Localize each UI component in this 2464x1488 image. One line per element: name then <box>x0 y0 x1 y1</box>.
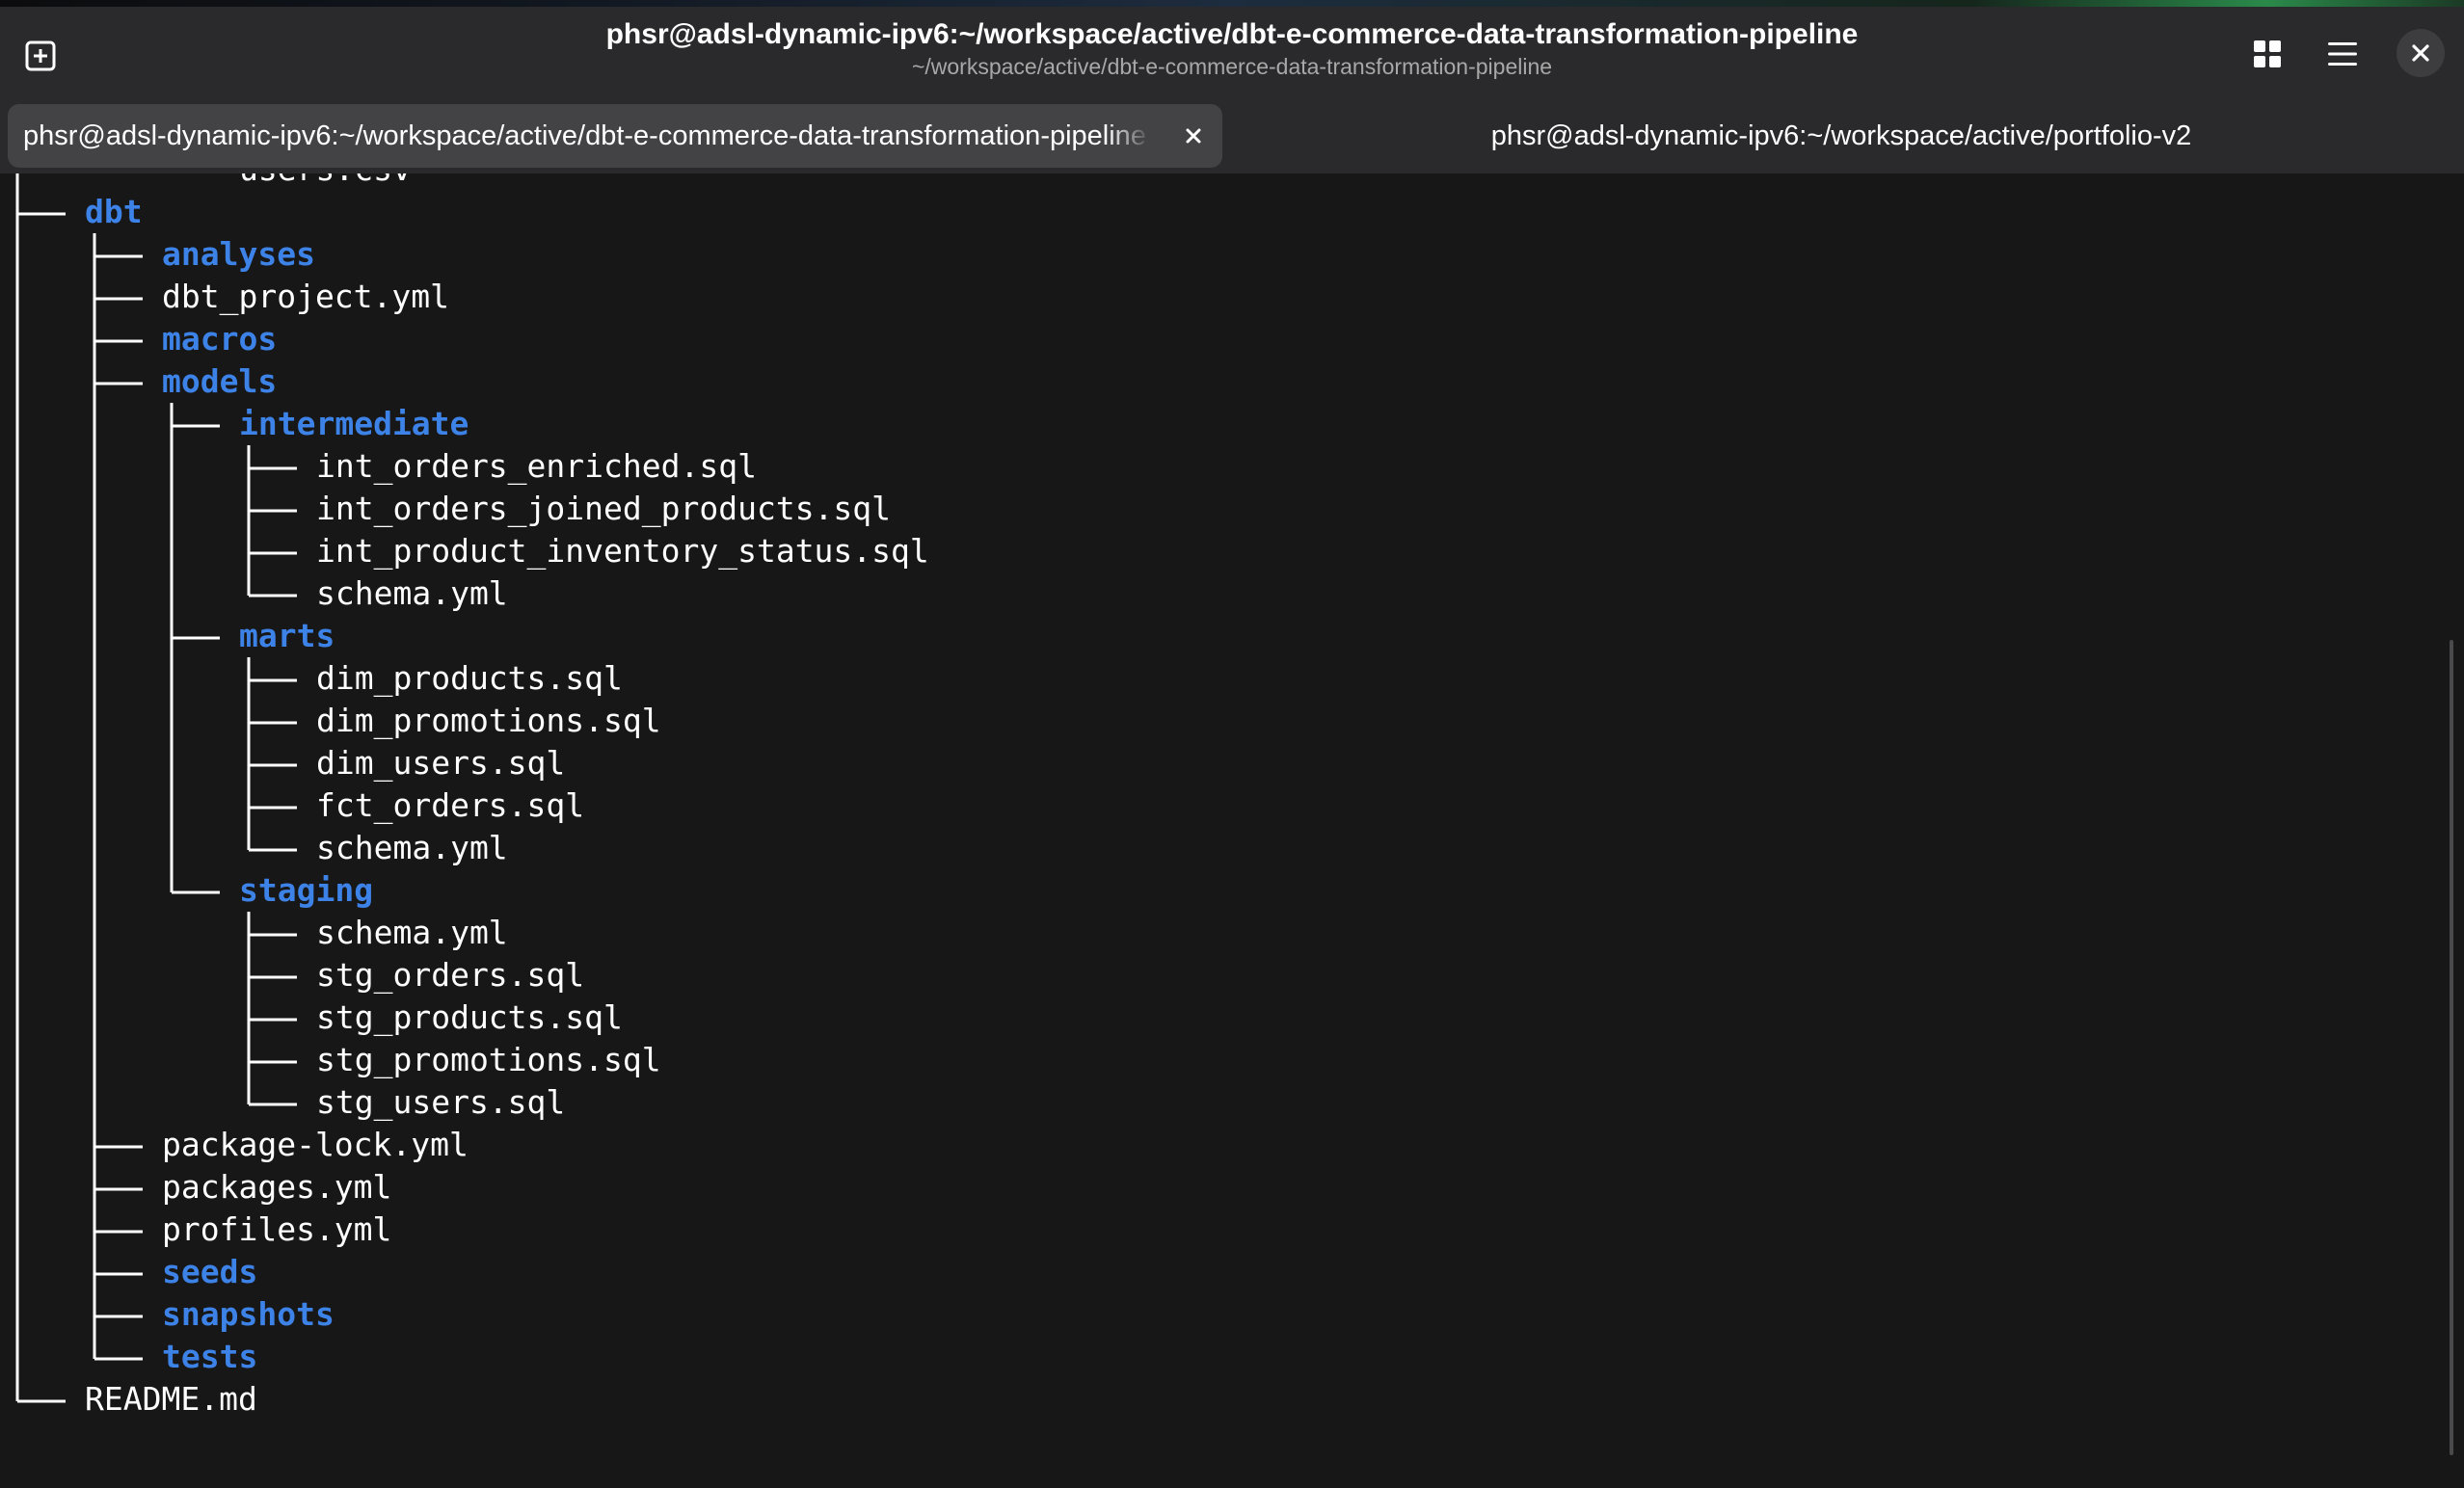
tree-file-row: int_product_inventory_status.sql <box>0 530 2464 572</box>
tree-file-row: package-lock.yml <box>0 1124 2464 1166</box>
window-subtitle: ~/workspace/active/dbt-e-commerce-data-t… <box>911 54 1553 79</box>
scrollbar[interactable] <box>2450 640 2453 1455</box>
file-name: packages.yml <box>162 1168 392 1206</box>
hamburger-menu-icon <box>2328 42 2357 66</box>
tab-portfolio-v2[interactable]: phsr@adsl-dynamic-ipv6:~/workspace/activ… <box>1244 104 2439 168</box>
file-name: schema.yml <box>316 574 508 612</box>
file-name: stg_promotions.sql <box>316 1041 661 1078</box>
tab-dbt-pipeline[interactable]: phsr@adsl-dynamic-ipv6:~/workspace/activ… <box>8 104 1222 168</box>
desktop-top-edge <box>0 0 2464 7</box>
file-name: users.csv <box>239 173 412 191</box>
tree-file-row: users.csv <box>0 173 2464 191</box>
file-name: dbt_project.yml <box>162 278 450 315</box>
tree-directory-row: intermediate <box>0 403 2464 445</box>
directory-name: marts <box>239 617 335 654</box>
tree-directory-row: snapshots <box>0 1293 2464 1336</box>
file-name: README.md <box>85 1380 257 1418</box>
new-tab-button[interactable] <box>17 33 64 79</box>
main-menu-button[interactable] <box>2317 29 2368 79</box>
file-name: int_orders_enriched.sql <box>316 447 757 485</box>
tree-directory-row: dbt <box>0 191 2464 233</box>
directory-name: seeds <box>162 1253 258 1290</box>
tree-file-row: int_orders_joined_products.sql <box>0 488 2464 530</box>
tree-directory-row: macros <box>0 318 2464 360</box>
tree-file-row: stg_orders.sql <box>0 954 2464 996</box>
close-window-button[interactable] <box>2397 29 2445 77</box>
tree-file-row: fct_orders.sql <box>0 784 2464 827</box>
tab-label: phsr@adsl-dynamic-ipv6:~/workspace/activ… <box>1490 120 2192 151</box>
tree-file-row: dim_users.sql <box>0 742 2464 784</box>
directory-name: snapshots <box>162 1295 335 1333</box>
file-name: stg_orders.sql <box>316 956 585 994</box>
tree-file-row: stg_products.sql <box>0 996 2464 1039</box>
file-name: stg_users.sql <box>316 1083 566 1121</box>
terminal-output[interactable]: users.csv dbt analyses dbt_project.ymlmacro… <box>0 173 2464 1488</box>
close-icon <box>1186 128 1201 144</box>
tree-file-row: int_orders_enriched.sql <box>0 445 2464 488</box>
tab-label: phsr@adsl-dynamic-ipv6:~/workspace/activ… <box>23 120 1146 151</box>
tree-file-row: schema.yml <box>0 572 2464 615</box>
file-name: stg_products.sql <box>316 998 623 1036</box>
new-tab-icon <box>25 40 56 71</box>
file-name: profiles.yml <box>162 1210 392 1248</box>
directory-name: tests <box>162 1338 258 1375</box>
close-icon <box>2412 44 2429 62</box>
directory-name: dbt <box>85 193 143 230</box>
tab-bar: phsr@adsl-dynamic-ipv6:~/workspace/activ… <box>0 102 2464 173</box>
tree-file-row: profiles.yml <box>0 1209 2464 1251</box>
file-name: schema.yml <box>316 914 508 951</box>
directory-name: macros <box>162 320 278 358</box>
tree-file-row: schema.yml <box>0 912 2464 954</box>
tree-file-row: schema.yml <box>0 827 2464 869</box>
file-name: fct_orders.sql <box>316 786 585 824</box>
file-name: int_product_inventory_status.sql <box>316 532 929 570</box>
tree-file-row: packages.yml <box>0 1166 2464 1209</box>
tree-directory-row: tests <box>0 1336 2464 1378</box>
tree-file-row: stg_promotions.sql <box>0 1039 2464 1081</box>
window-title: phsr@adsl-dynamic-ipv6:~/workspace/activ… <box>605 18 1859 50</box>
tree-file-row: dbt_project.yml <box>0 276 2464 318</box>
directory-name: models <box>162 362 278 400</box>
directory-name: staging <box>239 871 374 909</box>
file-name: dim_promotions.sql <box>316 702 661 739</box>
file-name: int_orders_joined_products.sql <box>316 490 892 527</box>
tab-close-button[interactable] <box>1178 120 1209 151</box>
directory-name: intermediate <box>239 405 469 442</box>
overview-button[interactable] <box>2242 29 2292 79</box>
tree-directory-row: analyses <box>0 233 2464 276</box>
tree-file-row: stg_users.sql <box>0 1081 2464 1124</box>
tree-directory-row: models <box>0 360 2464 403</box>
file-name: dim_users.sql <box>316 744 566 782</box>
tree-directory-row: staging <box>0 869 2464 912</box>
tree-directory-row: marts <box>0 615 2464 657</box>
tree-file-row: dim_products.sql <box>0 657 2464 700</box>
file-name: dim_products.sql <box>316 659 623 697</box>
directory-name: analyses <box>162 235 315 273</box>
grid-icon <box>2254 40 2281 67</box>
tree-directory-row: seeds <box>0 1251 2464 1293</box>
tree-file-row: dim_promotions.sql <box>0 700 2464 742</box>
tree-file-row: README.md <box>0 1378 2464 1421</box>
header-bar: phsr@adsl-dynamic-ipv6:~/workspace/activ… <box>0 0 2464 102</box>
window-title-area: phsr@adsl-dynamic-ipv6:~/workspace/activ… <box>289 17 2175 81</box>
file-name: schema.yml <box>316 829 508 866</box>
file-name: package-lock.yml <box>162 1126 469 1163</box>
